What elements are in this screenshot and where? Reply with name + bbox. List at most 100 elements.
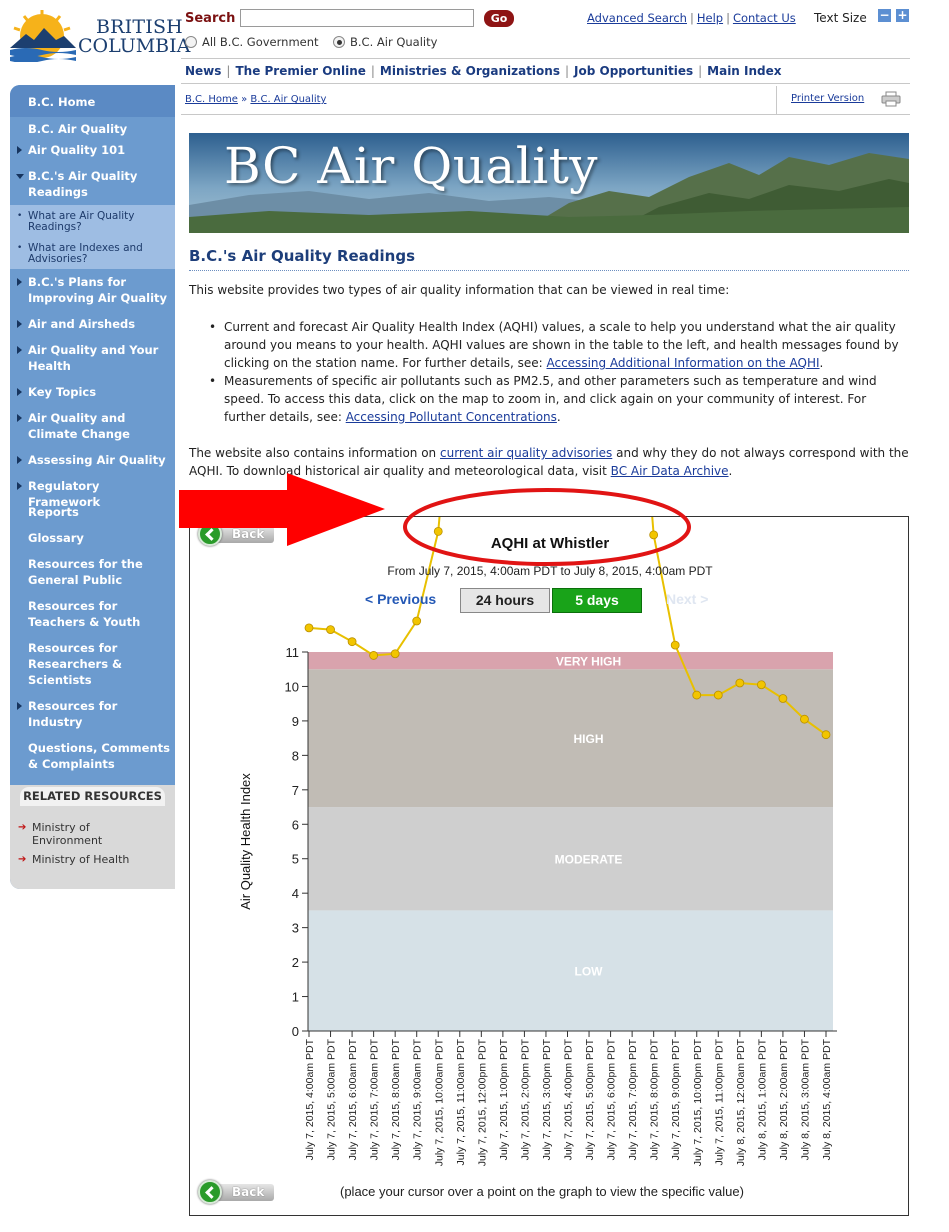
radio-button[interactable] [185, 36, 197, 48]
list-item: Current and forecast Air Quality Health … [209, 318, 910, 372]
x-tick-label: July 7, 2015, 9:00am PDT [412, 1038, 424, 1160]
x-tick-label: July 7, 2015, 4:00am PDT [304, 1038, 316, 1160]
sidebar-item-questions[interactable]: Questions, Comments & Complaints [28, 740, 173, 772]
sidebar-item-assessing[interactable]: Assessing Air Quality [17, 452, 173, 468]
text-size-decrease-button[interactable]: − [878, 9, 891, 22]
sidebar-item-bc-home[interactable]: B.C. Home [10, 85, 175, 117]
nav-main-index[interactable]: Main Index [707, 64, 781, 78]
sidebar-item-industry[interactable]: Resources for Industry [17, 698, 173, 730]
pollutant-concentrations-link[interactable]: Accessing Pollutant Concentrations [346, 410, 557, 424]
data-point[interactable] [412, 616, 422, 626]
breadcrumb-separator: » [241, 94, 248, 105]
x-tick-label: July 7, 2015, 9:00pm PDT [670, 1038, 682, 1160]
sidebar-item-label: B.C. Home [28, 95, 96, 109]
bc-logo[interactable]: BRITISH COLUMBIA [8, 8, 190, 62]
data-point[interactable] [369, 651, 379, 660]
top-navigation: News | The Premier Online | Ministries & O… [181, 58, 910, 84]
sidebar-item-key-topics[interactable]: Key Topics [17, 384, 173, 400]
search-label: Search [185, 11, 236, 26]
sidebar-item-air-quality-101[interactable]: Air Quality 101 [17, 142, 173, 158]
go-button[interactable]: Go [484, 10, 514, 27]
y-tick-label: 7 [292, 783, 299, 798]
y-tick-label: 2 [292, 955, 299, 970]
x-tick-label: July 7, 2015, 1:00pm PDT [498, 1038, 510, 1160]
x-tick-label: July 7, 2015, 5:00am PDT [326, 1038, 338, 1160]
scope-label: B.C. Air Quality [350, 35, 438, 49]
data-point[interactable] [800, 714, 809, 724]
y-tick-label: 0 [292, 1024, 299, 1039]
breadcrumb-home[interactable]: B.C. Home [185, 94, 238, 105]
related-ministry-environment[interactable]: Ministry of Environment [18, 821, 162, 847]
help-link[interactable]: Help [697, 11, 723, 25]
aqhi-chart-panel: LOW MODERATE HIGH VERY HIGH 0 1 2 3 4 5 6 7 8 9 10 11 Ai… [189, 516, 909, 1216]
x-tick-label: July 8, 2015, 12:00am PDT [735, 1038, 747, 1166]
chart-subtitle: From July 7, 2015, 4:00am PDT to July 8,… [387, 564, 713, 578]
nav-job-opportunities[interactable]: Job Opportunities [574, 64, 693, 78]
printer-icon[interactable] [881, 91, 901, 107]
sidebar-item-health[interactable]: Air Quality and Your Health [17, 342, 173, 374]
data-point[interactable] [713, 690, 723, 700]
sidebar-subitem-indexes[interactable]: What are Indexes and Advisories? [17, 243, 168, 265]
search-input[interactable] [240, 9, 474, 27]
contact-us-link[interactable]: Contact Us [733, 11, 796, 25]
sidebar-item-researchers[interactable]: Resources for Researchers & Scientists [28, 640, 128, 688]
data-point[interactable] [670, 640, 680, 650]
x-tick-label: July 7, 2015, 3:00pm PDT [541, 1038, 553, 1160]
paragraph-text: . [728, 464, 733, 478]
sidebar-item-reports[interactable]: Reports [28, 504, 173, 520]
5-days-button[interactable]: 5 days [552, 588, 642, 613]
printer-version-link[interactable]: Printer Version [791, 93, 864, 104]
band-label: VERY HIGH [556, 655, 621, 669]
y-tick-label: 6 [292, 817, 299, 832]
back-button-bottom[interactable]: Back [198, 1180, 276, 1204]
data-point[interactable] [735, 678, 745, 688]
x-tick-label: July 8, 2015, 4:00am PDT [821, 1038, 833, 1160]
advisories-link[interactable]: current air quality advisories [440, 446, 612, 460]
data-point[interactable] [326, 625, 335, 635]
data-point[interactable] [821, 730, 831, 740]
sidebar-item-general-public[interactable]: Resources for the General Public [28, 556, 173, 588]
x-tick-label: July 7, 2015, 7:00am PDT [369, 1038, 381, 1160]
data-point[interactable] [756, 680, 766, 690]
sidebar-subitem-readings[interactable]: What are Air Quality Readings? [17, 211, 168, 233]
printer-version[interactable]: Printer Version [776, 86, 910, 114]
data-point[interactable] [692, 690, 702, 700]
24-hours-button[interactable]: 24 hours [460, 588, 550, 613]
text-size-increase-button[interactable]: + [896, 9, 909, 22]
aqhi-line-chart[interactable]: LOW MODERATE HIGH VERY HIGH 0 1 2 3 4 5 6 7 8 9 10 11 Ai… [190, 517, 908, 1215]
next-link[interactable]: Next > [666, 591, 708, 607]
aqhi-info-link[interactable]: Accessing Additional Information on the … [546, 356, 819, 370]
sidebar-item-climate-change[interactable]: Air Quality and Climate Change [17, 410, 173, 442]
scope-air-quality[interactable]: B.C. Air Quality [333, 35, 437, 49]
data-point[interactable] [778, 694, 788, 703]
x-tick-label: July 7, 2015, 11:00pm PDT [713, 1038, 725, 1165]
sidebar-item-teachers[interactable]: Resources for Teachers & Youth [28, 598, 173, 630]
sidebar-item-glossary[interactable]: Glossary [28, 530, 173, 546]
sidebar-item-plans[interactable]: B.C.'s Plans for Improving Air Quality [17, 274, 173, 306]
nav-ministries[interactable]: Ministries & Organizations [380, 64, 560, 78]
x-tick-label: July 7, 2015, 2:00pm PDT [519, 1038, 531, 1160]
nav-premier-online[interactable]: The Premier Online [235, 64, 365, 78]
separator: | [370, 64, 375, 78]
nav-news[interactable]: News [185, 64, 221, 78]
x-tick-label: July 8, 2015, 2:00am PDT [778, 1038, 790, 1160]
data-archive-link[interactable]: BC Air Data Archive [611, 464, 729, 478]
breadcrumb: B.C. Home » B.C. Air Quality [185, 94, 326, 105]
data-point[interactable] [304, 623, 314, 633]
radio-button-selected[interactable] [333, 36, 345, 48]
x-tick-label: July 7, 2015, 10:00am PDT [433, 1038, 445, 1166]
sidebar-item-air-and-airsheds[interactable]: Air and Airsheds [17, 316, 173, 332]
sidebar-item-air-quality-readings[interactable]: B.C.'s Air Quality Readings [16, 168, 173, 200]
sidebar-item-bc-air-quality[interactable]: B.C. Air Quality [28, 121, 173, 137]
advanced-search-link[interactable]: Advanced Search [587, 11, 687, 25]
related-ministry-health[interactable]: Ministry of Health [18, 853, 162, 866]
chart-title: AQHI at Whistler [490, 535, 610, 552]
previous-link[interactable]: < Previous [365, 591, 436, 607]
x-tick-label: July 7, 2015, 7:00pm PDT [627, 1038, 639, 1160]
scope-all-gov[interactable]: All B.C. Government [185, 35, 319, 49]
data-point[interactable] [390, 649, 400, 659]
intro-text: This website provides two types of air q… [189, 283, 730, 297]
breadcrumb-air-quality[interactable]: B.C. Air Quality [250, 94, 326, 105]
text-size-label: Text Size [814, 11, 867, 25]
data-point[interactable] [347, 637, 357, 647]
